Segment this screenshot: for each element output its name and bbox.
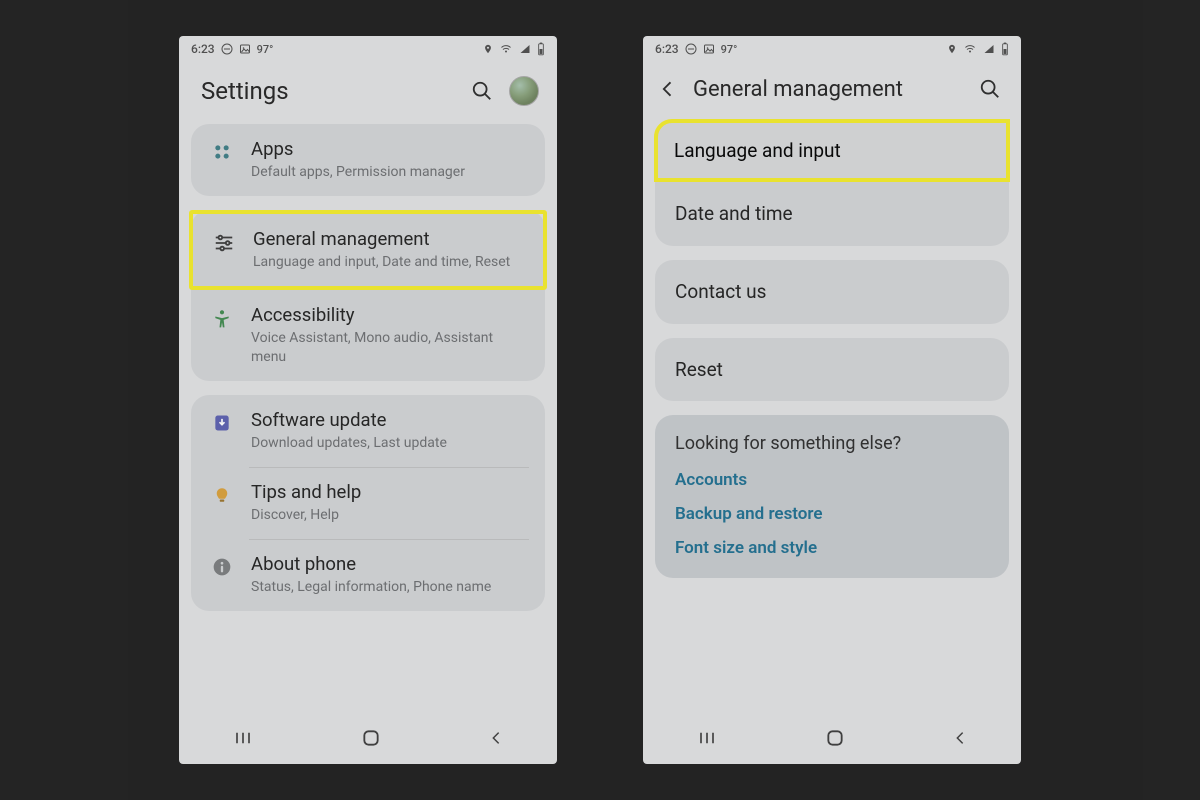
bulb-icon (209, 481, 235, 505)
highlight-language-input: Language and input (654, 119, 1010, 182)
link-font-size-style[interactable]: Font size and style (675, 538, 989, 558)
nav-back[interactable] (488, 729, 504, 751)
status-bar: 6:23 97° (179, 36, 557, 62)
item-label: General management (253, 228, 525, 251)
item-label: About phone (251, 553, 527, 576)
apps-icon (209, 138, 235, 162)
location-icon (947, 43, 957, 55)
settings-list: Apps Default apps, Permission manager (179, 124, 557, 635)
item-label: Software update (251, 409, 527, 432)
status-temp: 97° (721, 43, 738, 56)
item-sub: Download updates, Last update (251, 434, 527, 453)
image-icon (239, 43, 251, 55)
update-icon (209, 409, 235, 433)
settings-item-software-update[interactable]: Software update Download updates, Last u… (191, 395, 545, 467)
item-label: Apps (251, 138, 527, 161)
chevron-left-icon (658, 79, 678, 99)
gm-item-date-time[interactable]: Date and time (655, 182, 1009, 246)
header: Settings (179, 62, 557, 124)
dnd-icon (221, 43, 233, 55)
search-icon (979, 78, 1001, 100)
nav-bar (643, 716, 1021, 764)
signal-icon (983, 43, 995, 55)
item-label: Tips and help (251, 481, 527, 504)
gm-item-contact-us[interactable]: Contact us (655, 260, 1009, 324)
nav-back[interactable] (952, 729, 968, 751)
battery-icon (537, 42, 545, 56)
looking-for-card: Looking for something else? Accounts Bac… (655, 415, 1009, 578)
page-title: Settings (201, 77, 455, 105)
looking-heading: Looking for something else? (675, 433, 989, 454)
item-label: Language and input (674, 139, 990, 162)
link-accounts[interactable]: Accounts (675, 470, 989, 490)
settings-item-apps[interactable]: Apps Default apps, Permission manager (191, 124, 545, 196)
wifi-icon (499, 43, 513, 55)
signal-icon (519, 43, 531, 55)
item-label: Reset (675, 358, 723, 382)
settings-item-tips[interactable]: Tips and help Discover, Help (191, 467, 545, 539)
item-sub: Language and input, Date and time, Reset (253, 253, 525, 272)
avatar[interactable] (509, 76, 539, 106)
status-bar: 6:23 97° (643, 36, 1021, 62)
wifi-icon (963, 43, 977, 55)
nav-home[interactable] (825, 728, 845, 752)
highlight-general-management: General management Language and input, D… (189, 210, 547, 290)
back-button[interactable] (657, 78, 679, 100)
gm-item-reset[interactable]: Reset (655, 338, 1009, 402)
nav-bar (179, 716, 557, 764)
battery-icon (1001, 42, 1009, 56)
status-time: 6:23 (655, 42, 679, 56)
nav-home[interactable] (361, 728, 381, 752)
settings-item-general-management[interactable]: General management Language and input, D… (193, 214, 543, 286)
search-icon (471, 80, 493, 102)
item-sub: Voice Assistant, Mono audio, Assistant m… (251, 329, 527, 367)
item-label: Accessibility (251, 304, 527, 327)
search-button[interactable] (469, 78, 495, 104)
info-icon (209, 553, 235, 577)
nav-recents[interactable] (232, 729, 254, 751)
header: General management (643, 62, 1021, 120)
page-title: General management (693, 77, 963, 102)
location-icon (483, 43, 493, 55)
item-sub: Status, Legal information, Phone name (251, 578, 527, 597)
search-button[interactable] (977, 76, 1003, 102)
sliders-icon (211, 228, 237, 254)
link-backup-restore[interactable]: Backup and restore (675, 504, 989, 524)
phone-settings: 6:23 97° Settings Apps (179, 36, 557, 764)
accessibility-icon (209, 304, 235, 330)
settings-item-accessibility[interactable]: Accessibility Voice Assistant, Mono audi… (191, 290, 545, 381)
phone-general-management: 6:23 97° General management Language and… (643, 36, 1021, 764)
item-label: Date and time (675, 202, 793, 226)
gm-list: Language and input Date and time Contact… (643, 119, 1021, 602)
gm-item-language-input[interactable]: Language and input (674, 139, 990, 162)
nav-recents[interactable] (696, 729, 718, 751)
status-time: 6:23 (191, 42, 215, 56)
dnd-icon (685, 43, 697, 55)
settings-item-about-phone[interactable]: About phone Status, Legal information, P… (191, 539, 545, 611)
item-label: Contact us (675, 280, 766, 304)
status-temp: 97° (257, 43, 274, 56)
item-sub: Discover, Help (251, 506, 527, 525)
item-sub: Default apps, Permission manager (251, 163, 527, 182)
image-icon (703, 43, 715, 55)
